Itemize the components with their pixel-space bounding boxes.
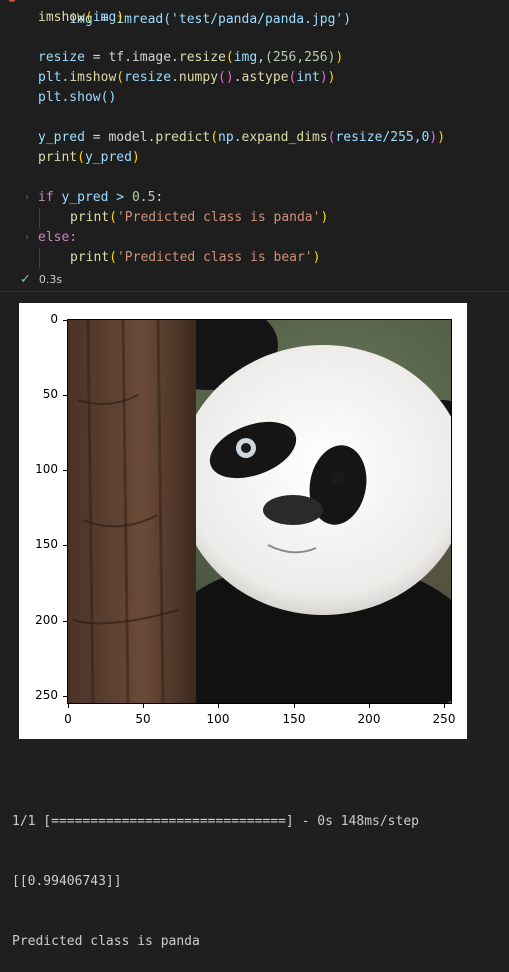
y-tickmark bbox=[63, 395, 67, 396]
x-tickmark bbox=[444, 704, 445, 708]
fold-chevron-icon[interactable]: › bbox=[24, 192, 30, 203]
x-tick-label: 100 bbox=[206, 712, 230, 726]
code-line-predict[interactable]: y_pred = model.predict(np.expand_dims(re… bbox=[38, 128, 445, 148]
y-tickmark bbox=[63, 696, 67, 697]
y-tick-label: 200 bbox=[35, 613, 58, 627]
matplotlib-figure: 0 50 100 150 200 250 0 50 100 150 200 25… bbox=[19, 303, 467, 739]
y-tick-label: 100 bbox=[35, 462, 58, 476]
cell-execution-status: ✓ 0.3s bbox=[20, 272, 62, 287]
code-line-imshow[interactable]: imshow(img) bbox=[38, 8, 124, 28]
code-line-plt-show[interactable]: plt.show() bbox=[38, 88, 116, 108]
cell-run-indicator-icon bbox=[8, 0, 16, 2]
code-line-if[interactable]: if y_pred > 0.5: bbox=[38, 188, 163, 208]
y-tickmark bbox=[63, 470, 67, 471]
panda-photo bbox=[68, 320, 451, 703]
code-line-print-ypred[interactable]: print(y_pred) bbox=[38, 148, 140, 168]
y-tick-label: 150 bbox=[35, 537, 58, 551]
y-tick-label: 0 bbox=[50, 312, 58, 326]
result-output-line: Predicted class is panda bbox=[12, 934, 200, 949]
check-icon: ✓ bbox=[20, 272, 31, 287]
indent-guide bbox=[39, 208, 40, 228]
y-tickmark bbox=[63, 621, 67, 622]
cell-divider bbox=[0, 291, 509, 292]
cell-output[interactable]: 1/1 [==============================] - 0… bbox=[12, 772, 419, 972]
x-tick-label: 50 bbox=[135, 712, 151, 726]
notebook-code-cell[interactable]: img = imread('test/panda/panda.jpg') ims… bbox=[0, 0, 509, 290]
y-tickmark bbox=[63, 545, 67, 546]
x-tickmark bbox=[369, 704, 370, 708]
progress-output-line: 1/1 [==============================] - 0… bbox=[12, 814, 419, 829]
y-tickmark bbox=[63, 320, 67, 321]
panda-image-plot bbox=[67, 319, 452, 704]
execution-time: 0.3s bbox=[38, 273, 63, 286]
code-line-plt-imshow[interactable]: plt.imshow(resize.numpy().astype(int)) bbox=[38, 68, 335, 88]
code-line-resize[interactable]: resize = tf.image.resize(img,(256,256)) bbox=[38, 48, 343, 68]
x-tick-label: 0 bbox=[64, 712, 72, 726]
y-tick-label: 50 bbox=[42, 387, 58, 401]
code-line-print-panda[interactable]: print('Predicted class is panda') bbox=[70, 208, 328, 228]
x-tickmark bbox=[143, 704, 144, 708]
x-tick-label: 250 bbox=[432, 712, 456, 726]
x-tickmark bbox=[68, 704, 69, 708]
x-tickmark bbox=[218, 704, 219, 708]
indent-guide bbox=[39, 248, 40, 268]
x-tick-label: 150 bbox=[282, 712, 306, 726]
y-tick-label: 250 bbox=[35, 688, 58, 702]
code-line-else[interactable]: else: bbox=[38, 228, 77, 248]
code-line-print-bear[interactable]: print('Predicted class is bear') bbox=[70, 248, 320, 268]
x-tickmark bbox=[294, 704, 295, 708]
x-tick-label: 200 bbox=[357, 712, 381, 726]
fold-chevron-icon[interactable]: › bbox=[24, 232, 30, 243]
prediction-output-line: [[0.99406743]] bbox=[12, 874, 122, 889]
